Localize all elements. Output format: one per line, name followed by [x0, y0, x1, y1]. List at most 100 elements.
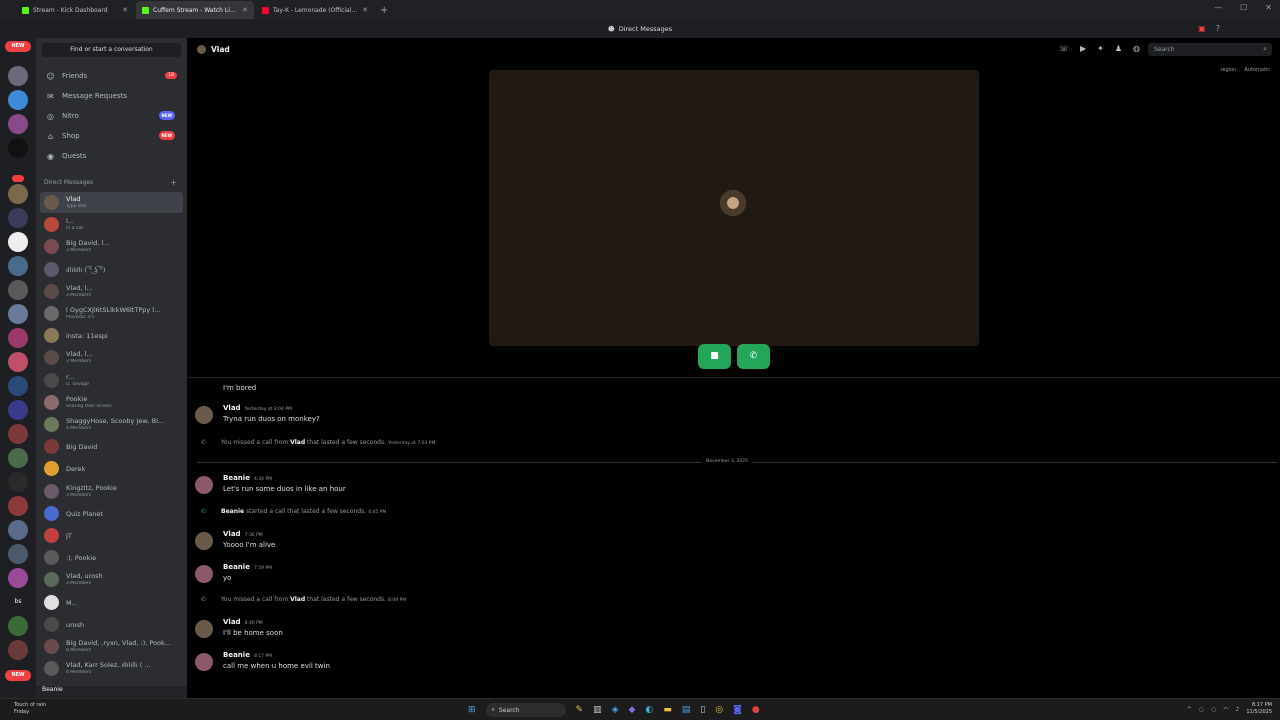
nav-shop[interactable]: ⌂ Shop NEW — [42, 127, 183, 145]
server-icon[interactable] — [8, 544, 28, 564]
system-author[interactable]: Beanie — [221, 508, 244, 515]
nav-quests[interactable]: ◉ Quests — [42, 147, 183, 165]
app-icon[interactable]: ● — [752, 705, 760, 715]
server-icon[interactable] — [8, 184, 28, 204]
dm-item[interactable]: Quiz Planet — [40, 503, 183, 524]
dm-item[interactable]: l... In a call — [40, 214, 183, 235]
dm-item[interactable]: :), Pookie — [40, 547, 183, 568]
folder-icon[interactable]: ▬ — [663, 705, 672, 715]
server-icon[interactable] — [8, 640, 28, 660]
app-icon[interactable]: ▥ — [593, 705, 602, 715]
browser-tab[interactable]: Stream - Kick Dashboard ✕ — [16, 1, 134, 19]
maximize-button[interactable]: ☐ — [1240, 3, 1247, 12]
pin-icon[interactable]: ✦ — [1097, 44, 1104, 53]
server-icon[interactable] — [8, 114, 28, 134]
server-icon[interactable] — [8, 472, 28, 492]
server-icon[interactable] — [8, 616, 28, 636]
close-window-button[interactable]: ✕ — [1265, 3, 1272, 12]
app-icon[interactable]: ◈ — [612, 705, 619, 715]
dm-item[interactable]: urosh — [40, 614, 183, 635]
join-video-button[interactable]: ■ — [698, 344, 731, 369]
dm-item[interactable]: Vlad Type shit — [40, 192, 183, 213]
app-icon[interactable]: ◐ — [645, 705, 653, 715]
create-dm-icon[interactable]: + — [170, 178, 177, 187]
nav-message-requests[interactable]: ✉ Message Requests — [42, 87, 183, 105]
server-icon[interactable] — [8, 352, 28, 372]
app-icon[interactable]: ▯ — [700, 705, 705, 715]
server-icon[interactable] — [8, 66, 28, 86]
video-call-icon[interactable]: ▶ — [1080, 44, 1086, 53]
find-conversation-input[interactable]: Find or start a conversation — [42, 43, 181, 57]
server-icon[interactable] — [8, 328, 28, 348]
server-icon[interactable] — [8, 424, 28, 444]
call-video-tile[interactable] — [489, 70, 979, 346]
tray-icon[interactable]: ◌ — [1211, 706, 1216, 713]
server-icon[interactable] — [8, 376, 28, 396]
voice-call-icon[interactable]: ☏ — [1059, 44, 1069, 53]
inbox-icon[interactable]: ▣ — [1198, 24, 1206, 33]
search-input[interactable]: Search ⌕ — [1148, 43, 1272, 56]
tray-icon[interactable]: ◌ — [1199, 706, 1204, 713]
join-voice-button[interactable]: ✆ — [737, 344, 770, 369]
server-icon[interactable] — [8, 568, 28, 588]
dm-item[interactable]: Big David, .ryxn, Vlad, :), Pook... 8 Mem… — [40, 636, 183, 657]
message-author[interactable]: Vlad — [223, 618, 241, 626]
server-icon[interactable] — [8, 304, 28, 324]
server-icon[interactable] — [8, 256, 28, 276]
app-icon[interactable]: ✎ — [576, 705, 584, 715]
region-selector[interactable]: region Automatic — [1221, 67, 1270, 73]
message-author[interactable]: Beanie — [223, 563, 250, 571]
new-tab-button[interactable]: + — [380, 5, 388, 16]
server-icon[interactable] — [8, 208, 28, 228]
minimize-button[interactable]: — — [1214, 3, 1222, 12]
close-tab-icon[interactable]: ✕ — [122, 6, 128, 14]
avatar[interactable] — [195, 476, 213, 494]
help-icon[interactable]: ? — [1216, 24, 1220, 33]
server-icon[interactable] — [8, 448, 28, 468]
server-icon[interactable] — [8, 280, 28, 300]
server-icon[interactable] — [8, 90, 28, 110]
volume-icon[interactable]: ♪ — [1236, 706, 1240, 713]
windows-start-icon[interactable]: ⊞ — [468, 705, 476, 715]
message-author[interactable]: Beanie — [223, 474, 250, 482]
discord-icon[interactable]: ◙ — [733, 705, 742, 715]
message-author[interactable]: Vlad — [223, 530, 241, 538]
server-icon[interactable]: bs — [8, 592, 28, 612]
avatar[interactable] — [195, 406, 213, 424]
system-author[interactable]: Vlad — [290, 596, 305, 603]
dm-item[interactable]: l OygCXJl6tSLlkkW6ltTPpy l... Proverbs 3:… — [40, 303, 183, 324]
message-author[interactable]: Beanie — [223, 651, 250, 659]
avatar[interactable] — [195, 620, 213, 638]
dm-item[interactable]: Derek — [40, 458, 183, 479]
taskbar-search[interactable]: ⌕ Search — [485, 703, 566, 717]
avatar[interactable] — [195, 565, 213, 583]
current-user-name[interactable]: Beanie — [36, 686, 187, 698]
dm-item[interactable]: Vlad, Karr Solez, ıllılıllı ( ... 4 Membe… — [40, 658, 183, 679]
clock[interactable]: 8:17 PM 11/5/2025 — [1246, 702, 1272, 716]
dm-item[interactable]: Vlad, l... 3 Members — [40, 281, 183, 302]
dm-item[interactable]: ShaggyHose, Scooby Jew, Bi... 4 Members — [40, 414, 183, 435]
message-author[interactable]: Vlad — [223, 404, 241, 412]
dm-item[interactable]: Vlad, urosh 3 Members — [40, 569, 183, 590]
profile-icon[interactable]: ◍ — [1133, 44, 1140, 53]
app-icon[interactable]: ◆ — [629, 705, 636, 715]
chrome-icon[interactable]: ◎ — [715, 705, 723, 715]
new-pill[interactable]: NEW — [5, 41, 31, 52]
close-tab-icon[interactable]: ✕ — [242, 6, 248, 14]
chevron-up-icon[interactable]: ⌃ — [1187, 706, 1192, 713]
wifi-icon[interactable]: ◠ — [1223, 706, 1228, 713]
system-author[interactable]: Vlad — [290, 439, 305, 446]
server-icon[interactable] — [8, 496, 28, 516]
dm-item[interactable]: ıllılıllı ( ͡° ͜ʖ ͡°) — [40, 259, 183, 280]
dm-item[interactable]: Pookie Sharing their screen — [40, 392, 183, 413]
new-pill[interactable]: NEW — [5, 670, 31, 681]
server-icon[interactable] — [8, 138, 28, 158]
app-icon[interactable]: ▤ — [682, 705, 691, 715]
nav-nitro[interactable]: ◎ Nitro NEW — [42, 107, 183, 125]
avatar[interactable] — [195, 653, 213, 671]
server-icon[interactable] — [8, 520, 28, 540]
dm-item[interactable]: JT — [40, 525, 183, 546]
weather-widget[interactable]: Touch of rain Friday — [14, 702, 46, 716]
dm-item[interactable]: M... — [40, 592, 183, 613]
dm-item[interactable]: Kingzitz, Pookie 3 Members — [40, 481, 183, 502]
